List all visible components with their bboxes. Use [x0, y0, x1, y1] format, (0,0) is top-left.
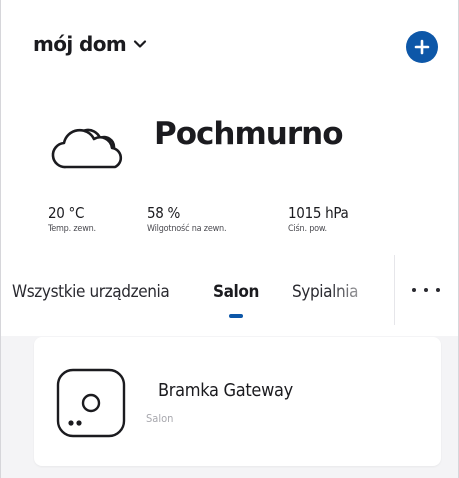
stat-value: 1015 hPa: [288, 204, 349, 222]
room-tabs: Wszystkie urządzenia Salon Sypialnia: [1, 255, 458, 325]
device-room: Salon: [146, 412, 174, 425]
home-title: mój dom: [33, 32, 127, 56]
tabs-divider: [394, 255, 395, 325]
tab-salon[interactable]: Salon: [213, 282, 259, 302]
cloud-icon: [51, 128, 123, 169]
chevron-down-icon: [134, 40, 147, 48]
stat-value: 58 %: [147, 204, 181, 222]
dot: [412, 288, 416, 292]
dot: [424, 288, 428, 292]
stat-label: Wilgotność na zewn.: [147, 224, 227, 234]
active-tab-indicator: [229, 314, 243, 318]
stat-temperature: 20 °C Temp. zewn.: [48, 204, 96, 234]
gateway-icon: [56, 368, 126, 438]
header-panel: mój dom Pochmurno 20 °C Temp. zewn. 58 %…: [1, 0, 458, 336]
device-card[interactable]: Bramka Gateway Salon: [34, 337, 441, 466]
add-button[interactable]: [406, 31, 438, 63]
tab-sypialnia[interactable]: Sypialnia: [292, 282, 358, 302]
stat-value: 20 °C: [48, 204, 85, 222]
stat-label: Ciśn. pow.: [288, 224, 327, 234]
weather-condition: Pochmurno: [154, 116, 343, 152]
tab-all-devices[interactable]: Wszystkie urządzenia: [12, 282, 170, 302]
home-selector[interactable]: mój dom: [33, 32, 148, 56]
dot: [436, 288, 440, 292]
stat-pressure: 1015 hPa Ciśn. pow.: [288, 204, 349, 234]
stat-humidity: 58 % Wilgotność na zewn.: [147, 204, 227, 234]
stat-label: Temp. zewn.: [48, 224, 96, 234]
app-screen: mój dom Pochmurno 20 °C Temp. zewn. 58 %…: [0, 0, 459, 478]
more-horizontal-icon[interactable]: [412, 283, 440, 297]
device-name: Bramka Gateway: [158, 380, 293, 401]
plus-icon: [414, 39, 430, 55]
